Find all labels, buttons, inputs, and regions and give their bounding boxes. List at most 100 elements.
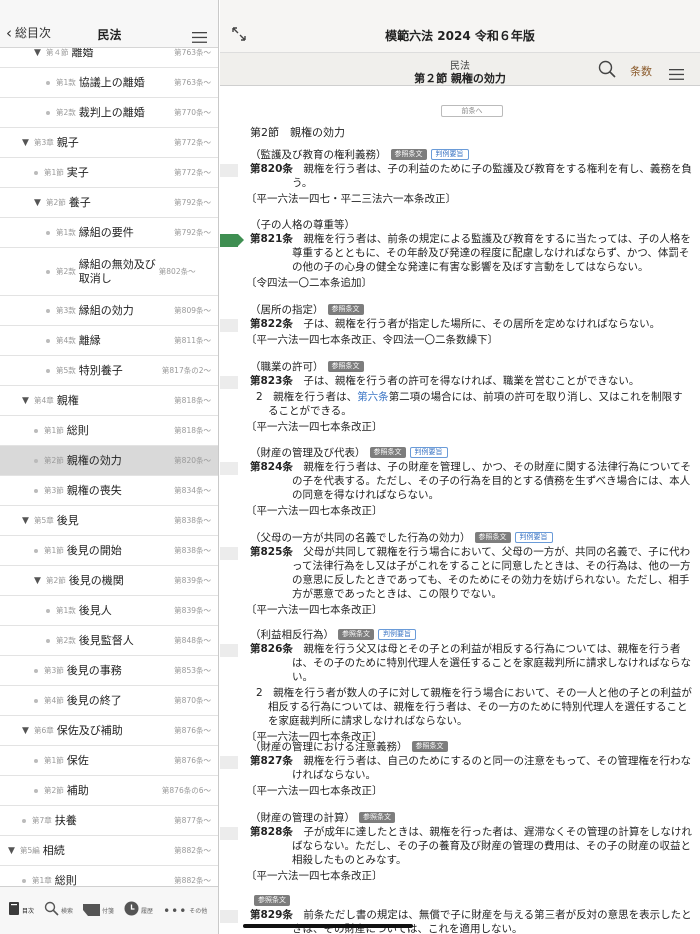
toc-item[interactable]: ▼ 第2節 養子 第792条〜 [0, 188, 218, 218]
tag-slot[interactable] [220, 910, 238, 923]
toc-item[interactable]: 第2節 親権の効力 第820条〜 [0, 446, 218, 476]
tag-slot[interactable] [220, 376, 238, 389]
menu-icon[interactable] [192, 28, 207, 47]
toc-item[interactable]: 第2款 縁組の無効及び取消し 第802条〜 [0, 248, 218, 296]
toc-item-label: 後見の終了 [66, 693, 122, 707]
expand-triangle-icon[interactable]: ▼ [22, 396, 32, 406]
toc-item[interactable]: 第1章 総則 第882条〜 [0, 866, 218, 886]
toc-item[interactable]: 第3款 縁組の効力 第809条〜 [0, 296, 218, 326]
prev-article-button[interactable]: 前条へ [441, 105, 503, 117]
tab-more[interactable]: ••• その他 [163, 904, 207, 918]
tag-slot[interactable] [220, 827, 238, 840]
toc-pane: ‹ 総目次 民法 ▼ 第４節 離婚 第763条〜 第1款 協議上の離婚 第763条〜 第2款裁… [0, 0, 219, 934]
expand-triangle-icon[interactable]: ▼ [22, 726, 32, 736]
expand-triangle-icon[interactable]: ▼ [22, 138, 32, 148]
menu-icon[interactable] [669, 65, 684, 84]
toc-item[interactable]: 第4款 離縁 第811条〜 [0, 326, 218, 356]
precedent-badge[interactable]: 判例要旨 [430, 148, 469, 160]
reference-badge[interactable]: 参照条文 [390, 148, 427, 160]
reference-badge[interactable]: 参照条文 [411, 740, 448, 752]
tag-slot[interactable] [220, 462, 238, 475]
toc-item[interactable]: ▼ 第４節 離婚 第763条〜 [0, 48, 218, 68]
tag-slot[interactable] [220, 756, 238, 769]
bookmark-tag-icon[interactable] [220, 234, 244, 247]
toc-item[interactable]: 第4節 後見の終了 第870条〜 [0, 686, 218, 716]
tab-search[interactable]: 検索 [44, 901, 73, 920]
toc-list[interactable]: ▼ 第４節 離婚 第763条〜 第1款 協議上の離婚 第763条〜 第2款 裁判上の離婚 第770… [0, 48, 218, 886]
bullet-icon [46, 368, 50, 373]
toc-item[interactable]: ▼ 第3章 親子 第772条〜 [0, 128, 218, 158]
toc-item[interactable]: 第3節 後見の事務 第853条〜 [0, 656, 218, 686]
article-caption: （子の人格の尊重等） [250, 218, 355, 231]
toc-item-number: 第5章 [34, 516, 54, 525]
precedent-badge[interactable]: 判例要旨 [514, 531, 553, 543]
toc-item-number: 第3節 [44, 666, 64, 675]
toc-item-article-range: 第882条〜 [174, 876, 211, 885]
toc-item[interactable]: ▼ 第5編 相続 第882条〜 [0, 836, 218, 866]
precedent-badge[interactable]: 判例要旨 [409, 446, 448, 458]
tab-tag[interactable]: 付箋 [83, 901, 114, 920]
article-caption: （父母の一方が共同の名義でした行為の効力） [250, 531, 471, 544]
expand-triangle-icon[interactable]: ▼ [34, 48, 44, 58]
toc-item[interactable]: 第3節 親権の喪失 第834条〜 [0, 476, 218, 506]
toc-item[interactable]: ▼ 第6章 保佐及び補助 第876条〜 [0, 716, 218, 746]
toc-item[interactable]: 第2節 補助 第876条の6〜 [0, 776, 218, 806]
toc-item[interactable]: 第1節 保佐 第876条〜 [0, 746, 218, 776]
toc-item-label: 総則 [66, 423, 89, 437]
expand-triangle-icon[interactable]: ▼ [34, 198, 44, 208]
toc-item-label: 親権の喪失 [66, 483, 122, 497]
toc-item[interactable]: 第2款 裁判上の離婚 第770条〜 [0, 98, 218, 128]
toc-item-article-range: 第838条〜 [174, 546, 211, 555]
article-number-button[interactable]: 条数 [630, 63, 652, 79]
article-caption: （財産の管理の計算） [250, 811, 355, 824]
toc-item[interactable]: 第1款 協議上の離婚 第763条〜 [0, 68, 218, 98]
tab-toc[interactable]: 目次 [8, 901, 34, 920]
article-number: 第823条 [250, 375, 293, 387]
reference-badge[interactable]: 参照条文 [474, 531, 511, 543]
reference-badge[interactable]: 参照条文 [254, 894, 290, 906]
toc-item[interactable]: ▼ 第5章 後見 第838条〜 [0, 506, 218, 536]
toc-item[interactable]: 第1節 後見の開始 第838条〜 [0, 536, 218, 566]
reference-badge[interactable]: 参照条文 [327, 303, 364, 315]
tag-slot[interactable] [220, 164, 238, 177]
toc-item[interactable]: 第1節 総則 第818条〜 [0, 416, 218, 446]
precedent-badge[interactable]: 判例要旨 [378, 628, 416, 640]
expand-triangle-icon[interactable]: ▼ [8, 846, 18, 856]
toc-item-number: 第1節 [44, 756, 64, 765]
toc-item[interactable]: ▼ 第4章 親権 第818条〜 [0, 386, 218, 416]
expand-triangle-icon[interactable]: ▼ [34, 576, 44, 586]
toc-item[interactable]: 第2款 後見監督人 第848条〜 [0, 626, 218, 656]
tag-slot[interactable] [220, 547, 238, 560]
toc-item-number: 第1款 [56, 606, 76, 615]
article-number: 第825条 [250, 546, 293, 558]
toc-item[interactable]: 第1款 縁組の要件 第792条〜 [0, 218, 218, 248]
toc-item[interactable]: 第5款 特別養子 第817条の2〜 [0, 356, 218, 386]
toc-item-article-range: 第770条〜 [174, 108, 211, 117]
toc-item[interactable]: 第1款 後見人 第839条〜 [0, 596, 218, 626]
toc-item[interactable]: ▼ 第2節 後見の機関 第839条〜 [0, 566, 218, 596]
article-body: 親権を行う者は、自己のためにするのと同一の注意をもって、その管理権を行わなければ… [292, 755, 691, 781]
article-content[interactable]: 前条へ 第2節 親権の効力 （監護及び教育の権利義務） 参照条文 判例要旨 第820条… [220, 86, 700, 934]
bullet-icon [34, 428, 38, 433]
article-caption-row: （職業の許可） 参照条文 [250, 358, 692, 374]
reference-badge[interactable]: 参照条文 [359, 811, 395, 823]
reference-badge[interactable]: 参照条文 [369, 446, 406, 458]
toc-item-number: 第7章 [32, 816, 52, 825]
home-indicator [243, 924, 413, 928]
toc-item[interactable]: 第1節 実子 第772条〜 [0, 158, 218, 188]
toc-item-number: 第5款 [56, 366, 76, 375]
book-icon [8, 901, 20, 920]
tab-history[interactable]: 履歴 [124, 901, 153, 920]
article-link[interactable]: 第六条 [357, 391, 389, 403]
expand-triangle-icon[interactable]: ▼ [22, 516, 32, 526]
tag-slot[interactable] [220, 319, 238, 332]
app-title: 模範六法 2024 令和６年版 [385, 29, 535, 43]
article-block: （職業の許可） 参照条文 第823条 子は、親権を行う者の許可を得なければ、職業を営… [246, 358, 692, 434]
reference-badge[interactable]: 参照条文 [338, 628, 374, 640]
tag-slot[interactable] [220, 644, 238, 657]
reference-badge[interactable]: 参照条文 [327, 360, 364, 372]
toc-item[interactable]: 第7章 扶養 第877条〜 [0, 806, 218, 836]
article-caption-row: （財産の管理の計算） 参照条文 [250, 809, 692, 825]
search-icon[interactable] [598, 60, 616, 82]
toc-item-number: 第4章 [34, 396, 54, 405]
